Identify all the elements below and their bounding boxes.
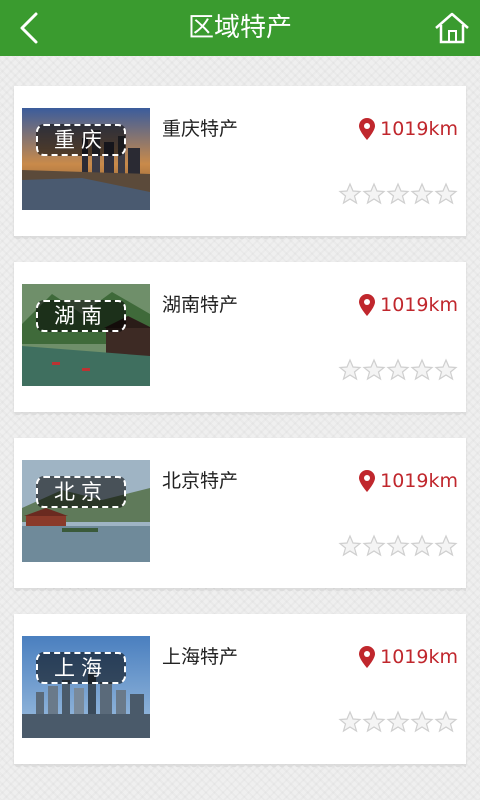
page-title: 区域特产 xyxy=(187,13,292,43)
location-pin-icon xyxy=(359,118,376,140)
list-item[interactable]: 北京 北京特产 1019km xyxy=(14,438,466,594)
region-list: 重庆 重庆特产 1019km 湖南 湖南特产 1019km 北京 北京特产 10… xyxy=(0,86,480,770)
distance: 1019km xyxy=(359,118,458,140)
star-icon xyxy=(338,358,362,381)
region-thumbnail: 上海 xyxy=(22,636,150,738)
region-name[interactable]: 湖南特产 xyxy=(162,290,238,317)
star-icon xyxy=(386,710,410,733)
star-icon xyxy=(338,710,362,733)
star-icon xyxy=(434,534,458,557)
star-icon xyxy=(386,358,410,381)
region-thumbnail: 北京 xyxy=(22,460,150,562)
star-icon xyxy=(338,182,362,205)
thumbnail-label: 湖南 xyxy=(36,300,126,332)
distance: 1019km xyxy=(359,294,458,316)
list-item[interactable]: 重庆 重庆特产 1019km xyxy=(14,86,466,242)
star-icon xyxy=(410,534,434,557)
star-icon xyxy=(410,710,434,733)
star-icon xyxy=(434,182,458,205)
distance: 1019km xyxy=(359,470,458,492)
list-item[interactable]: 上海 上海特产 1019km xyxy=(14,614,466,770)
location-pin-icon xyxy=(359,294,376,316)
location-pin-icon xyxy=(359,646,376,668)
region-name[interactable]: 上海特产 xyxy=(162,642,238,669)
star-icon xyxy=(410,358,434,381)
star-icon xyxy=(362,534,386,557)
region-thumbnail: 重庆 xyxy=(22,108,150,210)
star-icon xyxy=(434,358,458,381)
rating-stars xyxy=(338,182,458,206)
rating-stars xyxy=(338,534,458,558)
app-header: 区域特产 xyxy=(0,0,480,56)
distance-value: 1019km xyxy=(380,646,458,668)
star-icon xyxy=(434,710,458,733)
thumbnail-label: 重庆 xyxy=(36,124,126,156)
distance: 1019km xyxy=(359,646,458,668)
region-thumbnail: 湖南 xyxy=(22,284,150,386)
star-icon xyxy=(410,182,434,205)
region-name[interactable]: 北京特产 xyxy=(162,466,238,493)
region-name[interactable]: 重庆特产 xyxy=(162,114,238,141)
star-icon xyxy=(362,182,386,205)
star-icon xyxy=(338,534,362,557)
thumbnail-label: 上海 xyxy=(36,652,126,684)
rating-stars xyxy=(338,358,458,382)
star-icon xyxy=(386,182,410,205)
distance-value: 1019km xyxy=(380,118,458,140)
rating-stars xyxy=(338,710,458,734)
star-icon xyxy=(362,710,386,733)
distance-value: 1019km xyxy=(380,470,458,492)
star-icon xyxy=(386,534,410,557)
home-icon[interactable] xyxy=(432,8,472,48)
location-pin-icon xyxy=(359,470,376,492)
thumbnail-label: 北京 xyxy=(36,476,126,508)
star-icon xyxy=(362,358,386,381)
distance-value: 1019km xyxy=(380,294,458,316)
list-item[interactable]: 湖南 湖南特产 1019km xyxy=(14,262,466,418)
